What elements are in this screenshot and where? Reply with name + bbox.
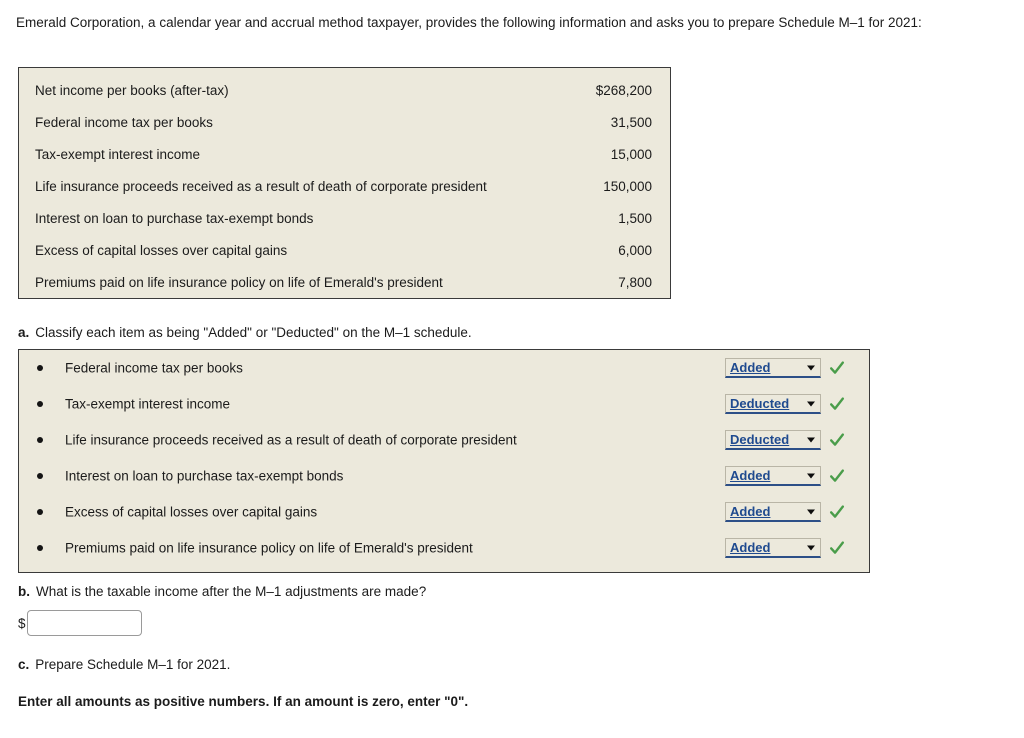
fact-label: Federal income tax per books (35, 114, 213, 130)
checkmark-icon (830, 433, 844, 446)
list-item: Excess of capital losses over capital ga… (19, 494, 869, 530)
list-item: Premiums paid on life insurance policy o… (19, 530, 869, 566)
fact-label: Interest on loan to purchase tax-exempt … (35, 210, 314, 226)
table-row: Premiums paid on life insurance policy o… (19, 266, 670, 298)
table-row: Tax-exempt interest income 15,000 (19, 138, 670, 170)
fact-label: Excess of capital losses over capital ga… (35, 242, 288, 258)
classify-items-panel: Federal income tax per books Added Tax-e… (18, 349, 870, 573)
list-item: Interest on loan to purchase tax-exempt … (19, 458, 869, 494)
classify-item-label: Premiums paid on life insurance policy o… (65, 540, 473, 556)
bullet-icon (37, 473, 43, 479)
chevron-down-icon (807, 473, 815, 478)
question-b-prompt: What is the taxable income after the M–1… (36, 584, 427, 599)
table-row: Excess of capital losses over capital ga… (19, 234, 670, 266)
classify-item-label: Excess of capital losses over capital ga… (65, 504, 318, 520)
classify-item-label: Life insurance proceeds received as a re… (65, 432, 517, 448)
chevron-down-icon (807, 545, 815, 550)
currency-symbol: $ (18, 615, 26, 631)
classification-select-1[interactable]: Deducted (725, 394, 821, 414)
classify-item-label: Federal income tax per books (65, 360, 243, 376)
classify-item-control: Deducted (725, 394, 845, 414)
instructions-note: Enter all amounts as positive numbers. I… (18, 694, 469, 709)
list-item: Life insurance proceeds received as a re… (19, 422, 869, 458)
bullet-icon (37, 401, 43, 407)
chevron-down-icon (807, 437, 815, 442)
checkmark-icon (830, 361, 844, 374)
fact-amount: 15,000 (610, 146, 652, 162)
chevron-down-icon (807, 401, 815, 406)
facts-table-panel: Net income per books (after-tax) $268,20… (18, 67, 671, 299)
classification-select-5[interactable]: Added (725, 538, 821, 558)
facts-table: Net income per books (after-tax) $268,20… (19, 68, 670, 298)
fact-amount: $268,200 (595, 82, 652, 98)
checkmark-icon (830, 397, 844, 410)
list-item: Federal income tax per books Added (19, 350, 869, 386)
table-row: Federal income tax per books 31,500 (19, 106, 670, 138)
question-a-prompt: Classify each item as being "Added" or "… (35, 325, 472, 340)
chevron-down-icon (807, 509, 815, 514)
list-item: Tax-exempt interest income Deducted (19, 386, 869, 422)
chevron-down-icon (807, 365, 815, 370)
classification-select-value: Added (730, 468, 771, 483)
classification-select-value: Added (730, 540, 771, 555)
fact-amount: 1,500 (618, 210, 652, 226)
classify-item-control: Added (725, 502, 845, 522)
table-row: Life insurance proceeds received as a re… (19, 170, 670, 202)
classify-item-control: Added (725, 358, 845, 378)
question-a-line: a. Classify each item as being "Added" or… (18, 325, 472, 340)
question-b-marker: b. (18, 584, 30, 599)
classification-select-value: Deducted (730, 396, 790, 411)
question-a-marker: a. (18, 325, 30, 340)
classification-select-value: Added (730, 504, 771, 519)
classify-item-label: Tax-exempt interest income (65, 396, 231, 412)
question-c-marker: c. (18, 657, 30, 672)
classify-item-control: Deducted (725, 430, 845, 450)
bullet-icon (37, 437, 43, 443)
facts-table-body: Net income per books (after-tax) $268,20… (19, 68, 670, 298)
classification-select-2[interactable]: Deducted (725, 430, 821, 450)
question-b-line: b. What is the taxable income after the M… (18, 584, 426, 599)
question-c-line: c. Prepare Schedule M–1 for 2021. (18, 657, 230, 672)
bullet-icon (37, 509, 43, 515)
bullet-icon (37, 365, 43, 371)
classification-select-4[interactable]: Added (725, 502, 821, 522)
classification-select-0[interactable]: Added (725, 358, 821, 378)
fact-amount: 7,800 (618, 274, 652, 290)
fact-label: Life insurance proceeds received as a re… (35, 178, 487, 194)
fact-label: Premiums paid on life insurance policy o… (35, 274, 443, 290)
classification-select-value: Added (730, 360, 771, 375)
classify-item-control: Added (725, 538, 845, 558)
checkmark-icon (830, 505, 844, 518)
checkmark-icon (830, 541, 844, 554)
checkmark-icon (830, 469, 844, 482)
fact-amount: 31,500 (610, 114, 652, 130)
table-row: Net income per books (after-tax) $268,20… (19, 68, 670, 106)
fact-amount: 6,000 (618, 242, 652, 258)
classify-item-label: Interest on loan to purchase tax-exempt … (65, 468, 344, 484)
fact-amount: 150,000 (603, 178, 652, 194)
classify-item-control: Added (725, 466, 845, 486)
classification-select-3[interactable]: Added (725, 466, 821, 486)
question-c-prompt: Prepare Schedule M–1 for 2021. (35, 657, 231, 672)
classification-select-value: Deducted (730, 432, 790, 447)
fact-label: Tax-exempt interest income (35, 146, 201, 162)
taxable-income-answer-group: $ (18, 610, 142, 636)
bullet-icon (37, 545, 43, 551)
intro-paragraph: Emerald Corporation, a calendar year and… (16, 15, 922, 30)
table-row: Interest on loan to purchase tax-exempt … (19, 202, 670, 234)
taxable-income-input[interactable] (26, 610, 142, 636)
fact-label: Net income per books (after-tax) (35, 82, 229, 98)
